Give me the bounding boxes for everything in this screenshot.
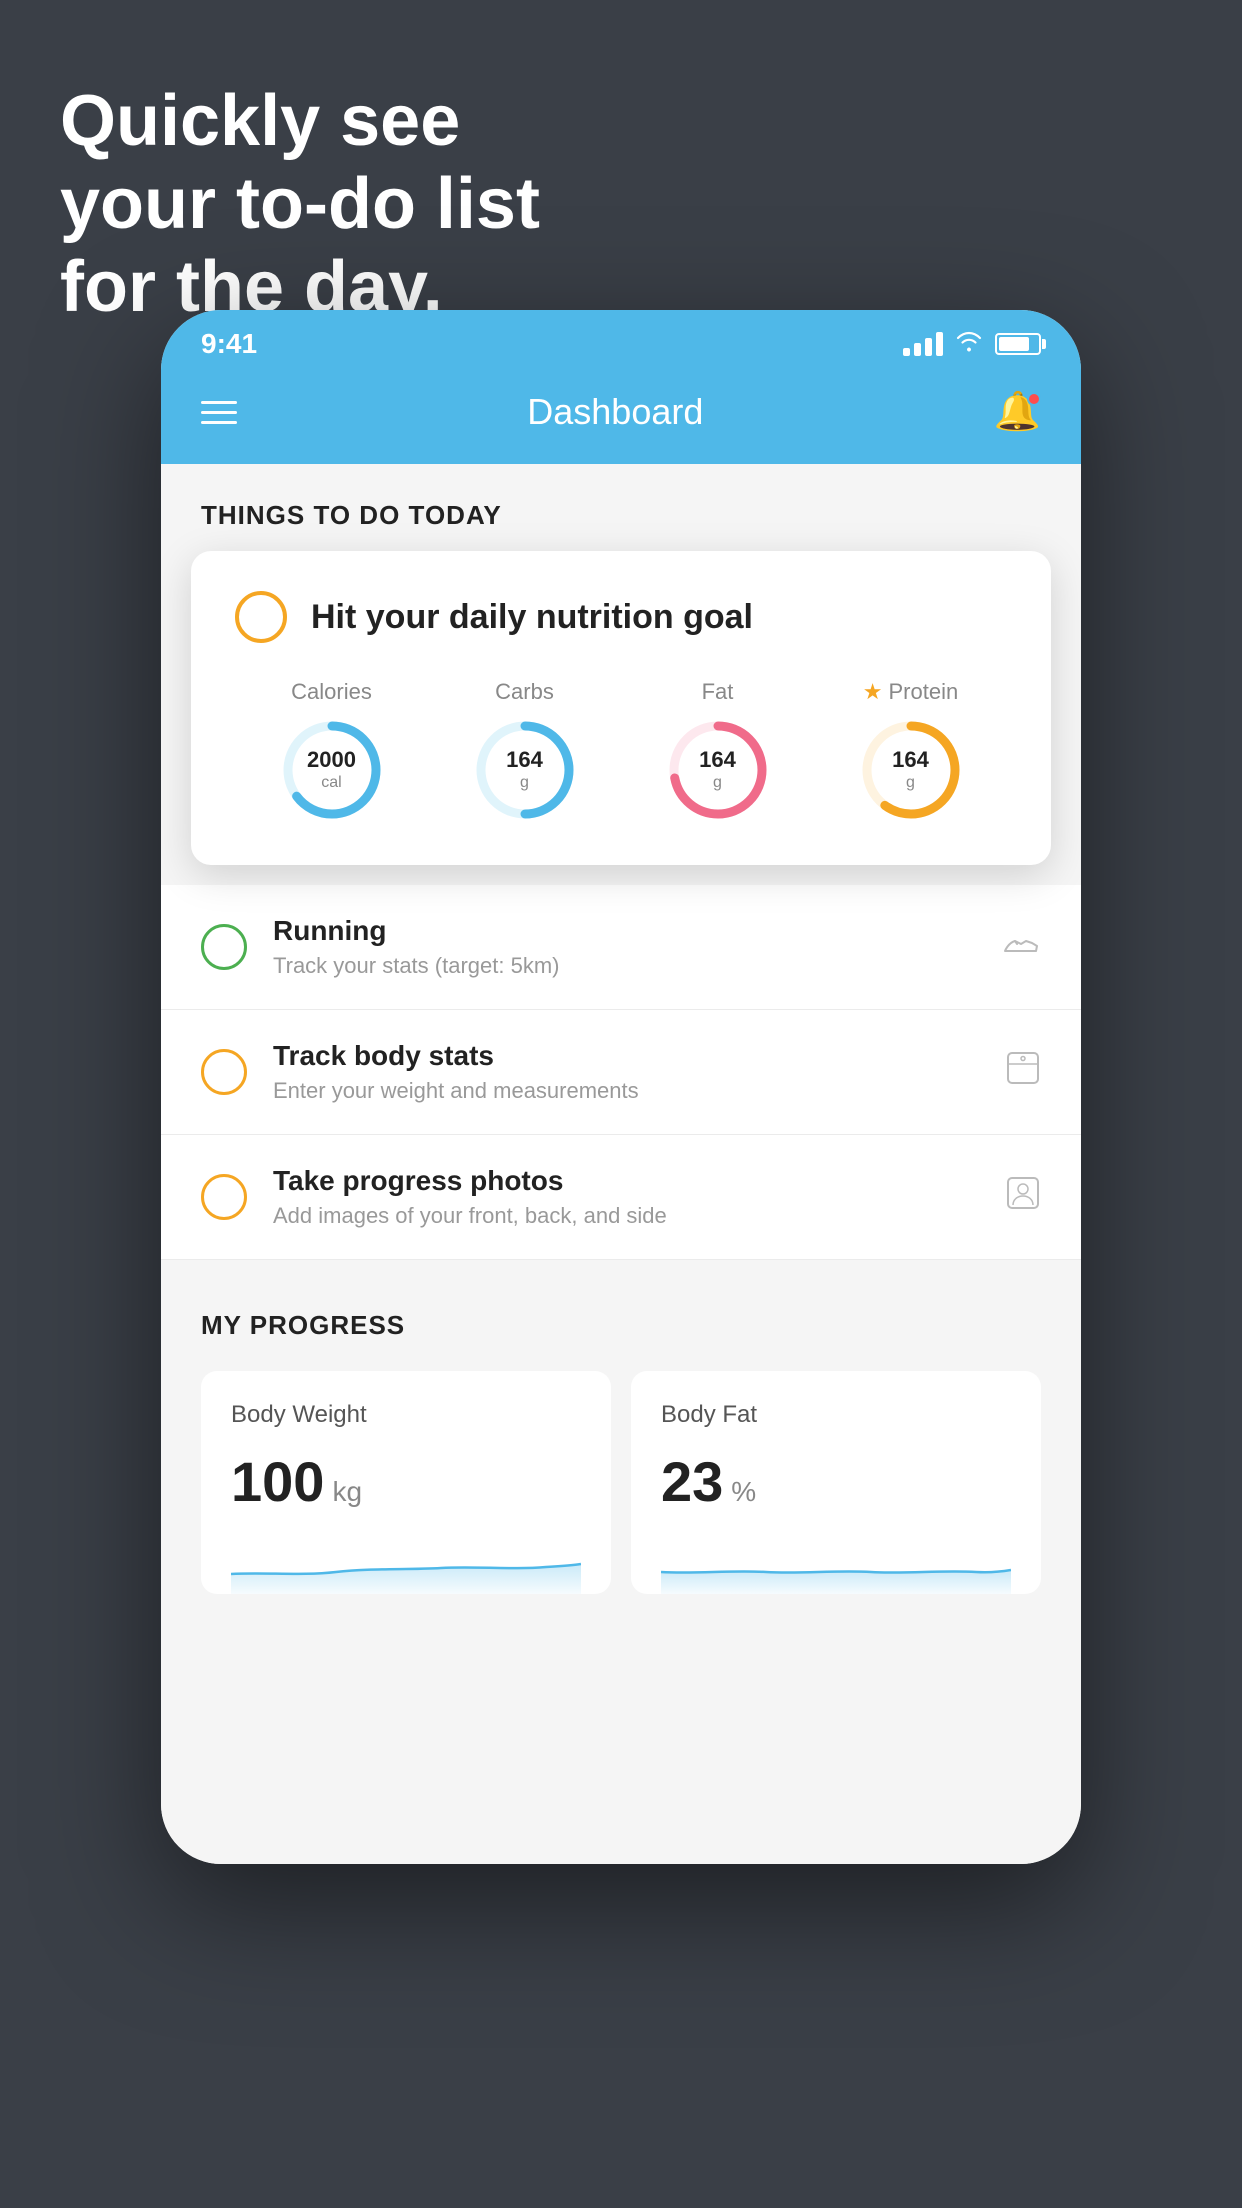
nutrition-macros: Calories 2000 cal [235, 679, 1007, 825]
photos-title: Take progress photos [273, 1165, 979, 1197]
phone-wrapper: 9:41 [161, 310, 1081, 1864]
carbs-value: 164 [506, 747, 543, 773]
body-weight-chart [231, 1534, 581, 1594]
nutrition-card-header: Hit your daily nutrition goal [235, 591, 1007, 643]
body-fat-chart [661, 1534, 1011, 1594]
body-fat-title: Body Fat [661, 1401, 1011, 1429]
body-weight-value: 100 [231, 1449, 324, 1514]
headline-line2: your to-do list [60, 163, 540, 246]
phone: 9:41 [161, 310, 1081, 1864]
carbs-donut: 164 g [470, 715, 580, 825]
running-subtitle: Track your stats (target: 5km) [273, 953, 977, 979]
body-weight-unit: kg [332, 1476, 362, 1508]
carbs-unit: g [506, 774, 543, 793]
protein-donut: 164 g [856, 715, 966, 825]
protein-star-icon: ★ [863, 679, 883, 705]
status-icons [903, 330, 1041, 359]
body-weight-value-container: 100 kg [231, 1449, 581, 1514]
body-fat-value-container: 23 % [661, 1449, 1011, 1514]
shoe-icon [1003, 926, 1041, 968]
fat-value: 164 [699, 747, 736, 773]
progress-section: MY PROGRESS Body Weight 100 kg [161, 1260, 1081, 1634]
protein-label: Protein [889, 679, 959, 705]
protein-label-container: ★ Protein [863, 679, 958, 705]
body-weight-title: Body Weight [231, 1401, 581, 1429]
header-title: Dashboard [527, 391, 703, 433]
body-fat-card[interactable]: Body Fat 23 % [631, 1371, 1041, 1594]
body-stats-title: Track body stats [273, 1040, 979, 1072]
status-bar: 9:41 [161, 310, 1081, 370]
nutrition-check-circle [235, 591, 287, 643]
wifi-icon [955, 330, 983, 359]
running-check-circle [201, 924, 247, 970]
fat-donut: 164 g [663, 715, 773, 825]
todo-item-photos[interactable]: Take progress photos Add images of your … [161, 1135, 1081, 1260]
running-text: Running Track your stats (target: 5km) [273, 915, 977, 979]
body-weight-card[interactable]: Body Weight 100 kg [201, 1371, 611, 1594]
macro-carbs: Carbs 164 g [470, 679, 580, 825]
status-time: 9:41 [201, 328, 257, 360]
fat-label: Fat [702, 679, 734, 705]
running-title: Running [273, 915, 977, 947]
calories-label: Calories [291, 679, 372, 705]
macro-fat: Fat 164 g [663, 679, 773, 825]
portrait-icon [1005, 1175, 1041, 1220]
nutrition-card[interactable]: Hit your daily nutrition goal Calories [191, 551, 1051, 865]
things-to-do-section: THINGS TO DO TODAY [161, 464, 1081, 551]
headline: Quickly see your to-do list for the day. [60, 80, 540, 328]
carbs-label: Carbs [495, 679, 554, 705]
notification-dot [1027, 392, 1041, 406]
macro-calories: Calories 2000 cal [277, 679, 387, 825]
calories-donut: 2000 cal [277, 715, 387, 825]
calories-unit: cal [307, 774, 356, 793]
body-stats-subtitle: Enter your weight and measurements [273, 1078, 979, 1104]
notification-bell[interactable]: 🔔 [994, 390, 1041, 434]
todo-item-body-stats[interactable]: Track body stats Enter your weight and m… [161, 1010, 1081, 1135]
photos-subtitle: Add images of your front, back, and side [273, 1203, 979, 1229]
body-fat-unit: % [731, 1476, 756, 1508]
body-stats-text: Track body stats Enter your weight and m… [273, 1040, 979, 1104]
photos-check-circle [201, 1174, 247, 1220]
protein-unit: g [892, 774, 929, 793]
todo-item-running[interactable]: Running Track your stats (target: 5km) [161, 885, 1081, 1010]
progress-cards: Body Weight 100 kg [201, 1371, 1041, 1594]
protein-value: 164 [892, 747, 929, 773]
headline-line1: Quickly see [60, 80, 540, 163]
progress-section-title: MY PROGRESS [201, 1310, 1041, 1341]
scale-icon [1005, 1050, 1041, 1095]
calories-value: 2000 [307, 747, 356, 773]
macro-protein: ★ Protein 164 g [856, 679, 966, 825]
body-stats-check-circle [201, 1049, 247, 1095]
photos-text: Take progress photos Add images of your … [273, 1165, 979, 1229]
hamburger-menu[interactable] [201, 401, 237, 424]
battery-icon [995, 333, 1041, 355]
todo-list: Running Track your stats (target: 5km) [161, 885, 1081, 1260]
nutrition-title: Hit your daily nutrition goal [311, 598, 753, 637]
fat-unit: g [699, 774, 736, 793]
things-to-do-title: THINGS TO DO TODAY [201, 500, 502, 530]
app-header: Dashboard 🔔 [161, 370, 1081, 464]
app-content: THINGS TO DO TODAY Hit your daily nutrit… [161, 464, 1081, 1864]
signal-icon [903, 332, 943, 356]
body-fat-value: 23 [661, 1449, 723, 1514]
